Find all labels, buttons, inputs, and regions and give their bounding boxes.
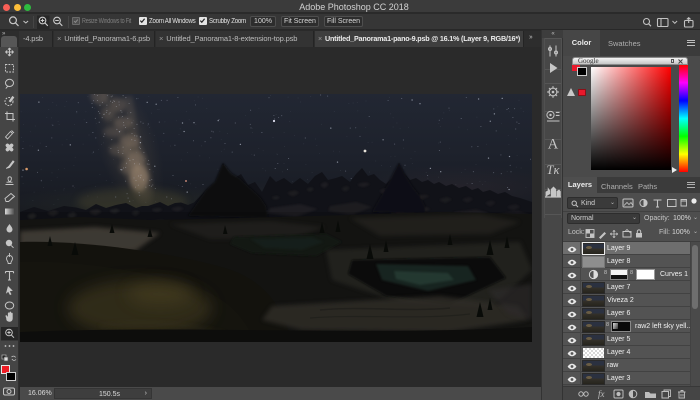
svg-text:Tκ: Tκ [547,163,561,177]
svg-text:fx: fx [598,389,605,399]
svg-text:A: A [548,137,559,153]
